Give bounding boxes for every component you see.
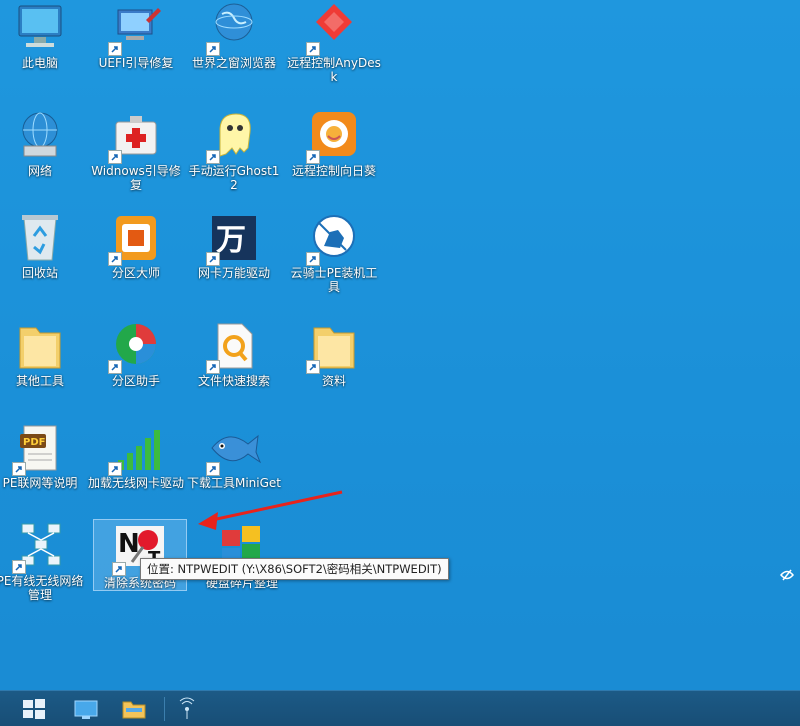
first-aid-kit-icon bbox=[106, 108, 166, 166]
desktop-icon-miniget[interactable]: 下载工具MiniGet bbox=[186, 420, 282, 490]
icon-label: 资料 bbox=[321, 374, 346, 388]
folder-icon bbox=[10, 318, 70, 376]
taskbar bbox=[0, 690, 800, 726]
desktop-icon-partition-master[interactable]: 分区大师 bbox=[88, 210, 184, 280]
desktop-icon bbox=[74, 700, 98, 719]
desktop-icon-partition-assistant[interactable]: 分区助手 bbox=[88, 318, 184, 388]
icon-label: 其他工具 bbox=[15, 374, 64, 388]
taskbar-explorer-button[interactable] bbox=[114, 693, 154, 724]
icon-label: 网卡万能驱动 bbox=[197, 266, 270, 280]
icon-label: 远程控制向日葵 bbox=[291, 164, 376, 178]
svg-text:万: 万 bbox=[216, 223, 246, 258]
icon-label: 手动运行Ghost12 bbox=[188, 164, 280, 192]
recycle-bin-icon bbox=[10, 210, 70, 268]
shortcut-arrow-icon bbox=[306, 252, 320, 266]
desktop-icon-network[interactable]: 网络 bbox=[0, 108, 88, 178]
fish-icon bbox=[204, 420, 264, 478]
shortcut-arrow-icon bbox=[12, 560, 26, 574]
desktop-icon-recycle-bin[interactable]: 回收站 bbox=[0, 210, 88, 280]
desktop-icon-anydesk[interactable]: 远程控制AnyDesk bbox=[286, 0, 382, 84]
shortcut-arrow-icon bbox=[108, 462, 122, 476]
start-button[interactable] bbox=[14, 693, 54, 724]
sunflower-icon bbox=[304, 108, 364, 166]
desktop-icon-world-browser[interactable]: 世界之窗浏览器 bbox=[186, 0, 282, 70]
desktop-icon-yunqishi[interactable]: 云骑士PE装机工具 bbox=[286, 210, 382, 294]
partition-assistant-icon bbox=[106, 318, 166, 376]
uefi-repair-icon bbox=[106, 0, 166, 58]
desktop-icon-nic-driver[interactable]: 万 网卡万能驱动 bbox=[186, 210, 282, 280]
shortcut-arrow-icon bbox=[108, 360, 122, 374]
anydesk-icon bbox=[304, 0, 364, 58]
desktop-icon-pe-network-manager[interactable]: PE有线无线网络管理 bbox=[0, 518, 88, 602]
knight-icon bbox=[304, 210, 364, 268]
icon-label: 分区助手 bbox=[111, 374, 160, 388]
file-search-icon bbox=[204, 318, 264, 376]
desktop-icon-other-tools[interactable]: 其他工具 bbox=[0, 318, 88, 388]
globe-browser-icon bbox=[204, 0, 264, 58]
pdf-icon: PDF bbox=[10, 420, 70, 478]
svg-text:PDF: PDF bbox=[23, 437, 45, 448]
icon-label: 远程控制AnyDesk bbox=[287, 56, 381, 84]
shortcut-arrow-icon bbox=[112, 562, 126, 576]
desktop-icon-uefi-repair[interactable]: UEFI引导修复 bbox=[88, 0, 184, 70]
desktop-icon-sunlogin[interactable]: 远程控制向日葵 bbox=[286, 108, 382, 178]
shortcut-arrow-icon bbox=[306, 150, 320, 164]
tray-separator bbox=[164, 697, 165, 721]
icon-label: 此电脑 bbox=[21, 56, 58, 70]
shortcut-arrow-icon bbox=[206, 462, 220, 476]
shortcut-arrow-icon bbox=[108, 150, 122, 164]
taskbar-desktop-button[interactable] bbox=[66, 693, 106, 724]
desktop-icon-this-pc[interactable]: 此电脑 bbox=[0, 0, 88, 70]
network-icon bbox=[10, 108, 70, 166]
file-explorer-icon bbox=[122, 701, 146, 718]
shortcut-arrow-icon bbox=[206, 42, 220, 56]
desktop-icon-pe-instructions[interactable]: PDF PE联网等说明 bbox=[0, 420, 88, 490]
icon-label: 云骑士PE装机工具 bbox=[290, 266, 378, 294]
windows-start-icon bbox=[23, 698, 45, 719]
icon-label: Widnows引导修复 bbox=[91, 164, 181, 192]
cursor-icon bbox=[780, 569, 794, 581]
shortcut-arrow-icon bbox=[206, 150, 220, 164]
shortcut-arrow-icon bbox=[108, 252, 122, 266]
desktop-icon-ghost12[interactable]: 手动运行Ghost12 bbox=[186, 108, 282, 192]
tray-wireless-button[interactable] bbox=[172, 693, 202, 724]
wireless-icon bbox=[179, 697, 195, 719]
partition-master-icon bbox=[106, 210, 166, 268]
icon-label: 加载无线网卡驱动 bbox=[88, 476, 185, 490]
desktop-icon-file-search[interactable]: 文件快速搜索 bbox=[186, 318, 282, 388]
desktop-icon-materials[interactable]: 资料 bbox=[286, 318, 382, 388]
ghost-icon bbox=[204, 108, 264, 166]
shortcut-arrow-icon bbox=[206, 252, 220, 266]
folder-icon bbox=[304, 318, 364, 376]
icon-label: 分区大师 bbox=[111, 266, 160, 280]
signal-bars-icon bbox=[106, 420, 166, 478]
shortcut-arrow-icon bbox=[12, 462, 26, 476]
icon-label: 文件快速搜索 bbox=[197, 374, 270, 388]
icon-label: 回收站 bbox=[21, 266, 58, 280]
icon-label: UEFI引导修复 bbox=[98, 56, 174, 70]
location-tooltip: 位置: NTPWEDIT (Y:\X86\SOFT2\密码相关\NTPWEDIT… bbox=[140, 558, 449, 580]
desktop-icon-windows-boot-repair[interactable]: Widnows引导修复 bbox=[88, 108, 184, 192]
icon-label: PE有线无线网络管理 bbox=[0, 574, 84, 602]
icon-label: 网络 bbox=[27, 164, 52, 178]
computer-icon bbox=[10, 0, 70, 58]
shortcut-arrow-icon bbox=[206, 360, 220, 374]
icon-label: 世界之窗浏览器 bbox=[191, 56, 276, 70]
desktop-icon-wireless-driver[interactable]: 加载无线网卡驱动 bbox=[88, 420, 184, 490]
shortcut-arrow-icon bbox=[306, 42, 320, 56]
desktop: 此电脑 网络 回收站 其他工具 PDF PE联网等说明 PE有线无线网络管理 U… bbox=[0, 0, 800, 690]
shortcut-arrow-icon bbox=[306, 360, 320, 374]
icon-label: PE联网等说明 bbox=[2, 476, 78, 490]
wan-driver-icon: 万 bbox=[204, 210, 264, 268]
shortcut-arrow-icon bbox=[108, 42, 122, 56]
icon-label: 下载工具MiniGet bbox=[186, 476, 281, 490]
network-topology-icon bbox=[10, 518, 70, 576]
